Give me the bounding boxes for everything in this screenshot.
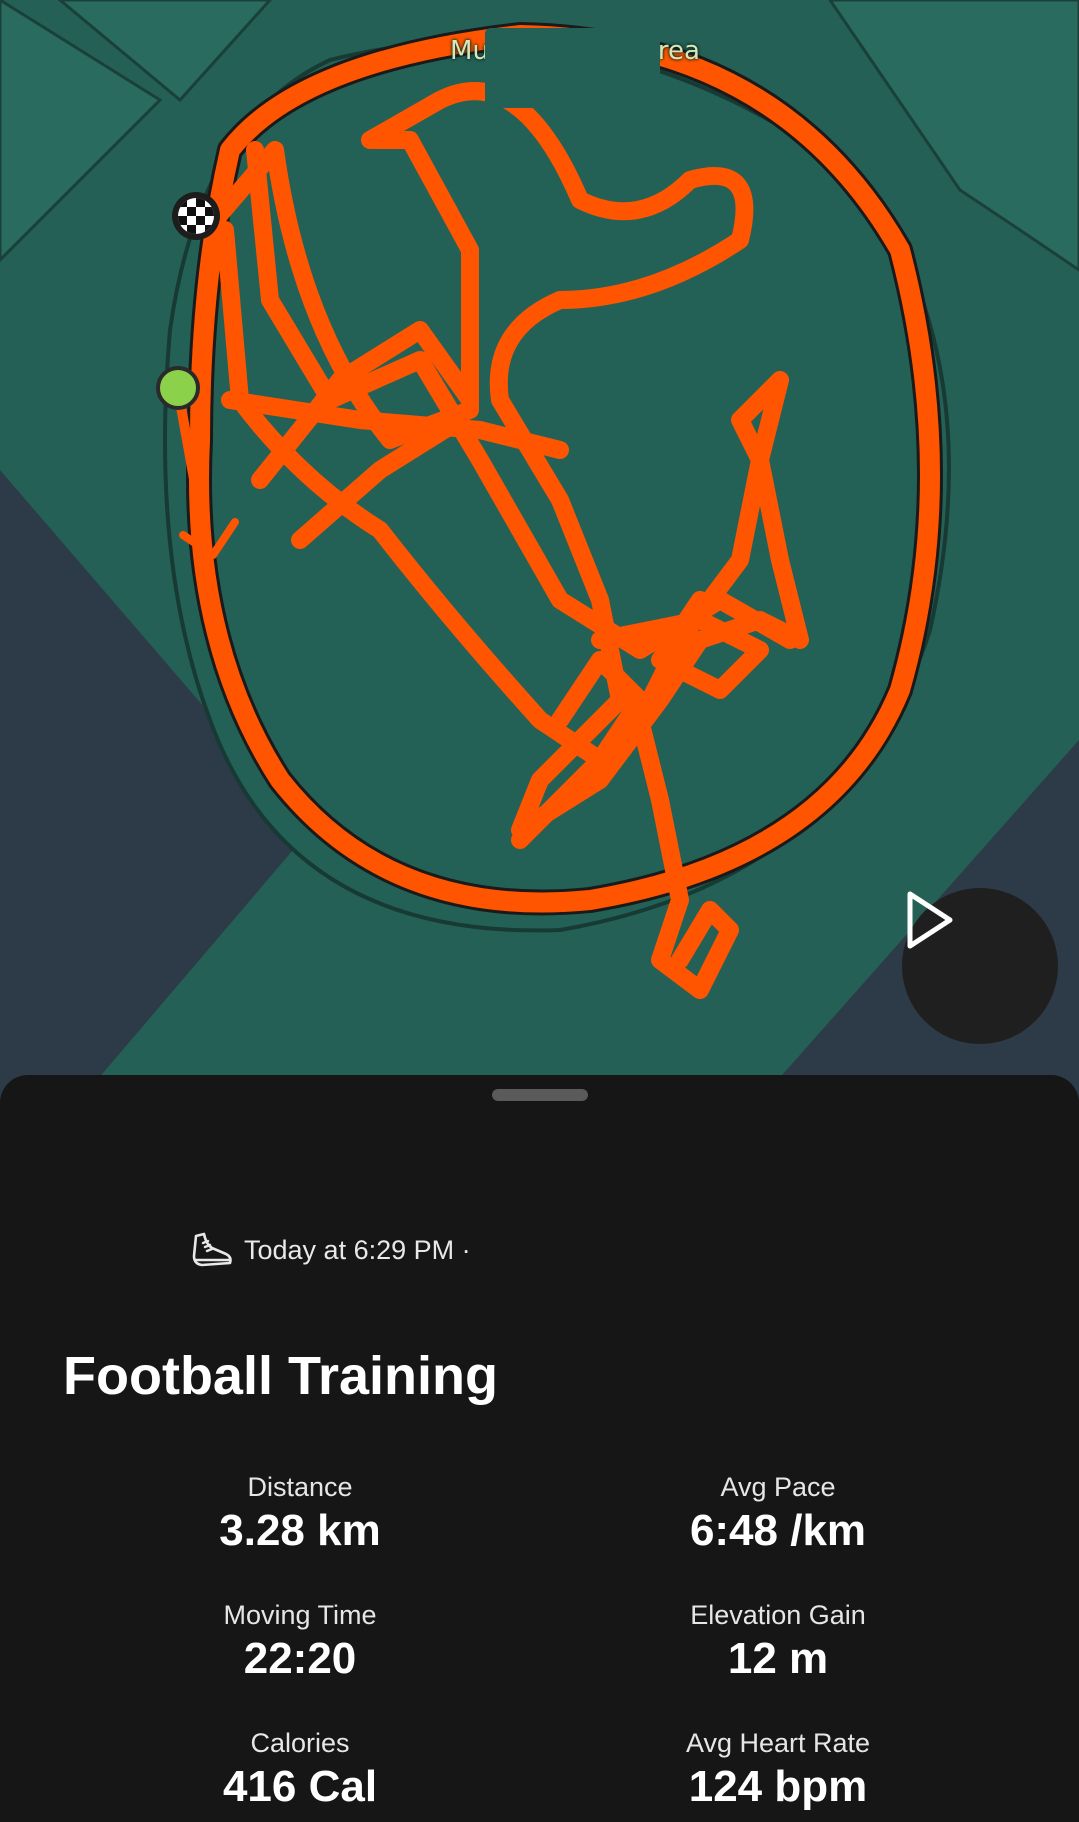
stat-value: 6:48 /km [689,1506,867,1555]
map-label-redaction [485,28,660,108]
stat-label: Distance [247,1472,353,1502]
stat-moving-time: Moving Time 22:20 [90,1598,510,1686]
drag-handle[interactable] [492,1089,588,1101]
stat-avg-heart-rate: Avg Heart Rate 124 bpm [568,1726,988,1814]
stat-value: 416 Cal [222,1762,378,1811]
stat-elevation-gain: Elevation Gain 12 m [568,1598,988,1686]
green-dot-icon [156,366,200,410]
route-map[interactable]: Multi Sporting Area [0,0,1079,1100]
activity-meta: Today at 6:29 PM · [190,1227,471,1273]
stat-value: 3.28 km [219,1506,381,1555]
stat-label: Calories [250,1728,350,1758]
stat-value: 12 m [727,1634,829,1683]
activity-title: Football Training [63,1346,498,1406]
stat-label: Elevation Gain [690,1600,866,1630]
checkered-flag-icon [172,192,220,240]
stat-value: 22:20 [243,1634,357,1683]
stat-label: Moving Time [223,1600,377,1630]
activity-timestamp: Today at 6:29 PM · [244,1234,471,1265]
running-shoe-icon [192,1232,232,1267]
stat-avg-pace: Avg Pace 6:48 /km [568,1470,988,1558]
stat-label: Avg Heart Rate [685,1728,871,1758]
stat-distance: Distance 3.28 km [90,1470,510,1558]
activity-sheet: Today at 6:29 PM · Football Training Dis… [0,1075,1079,1822]
play-button[interactable] [902,888,1058,1044]
stat-value: 124 bpm [688,1762,868,1811]
stat-calories: Calories 416 Cal [90,1726,510,1814]
stat-label: Avg Pace [720,1472,836,1502]
play-icon [907,891,953,949]
